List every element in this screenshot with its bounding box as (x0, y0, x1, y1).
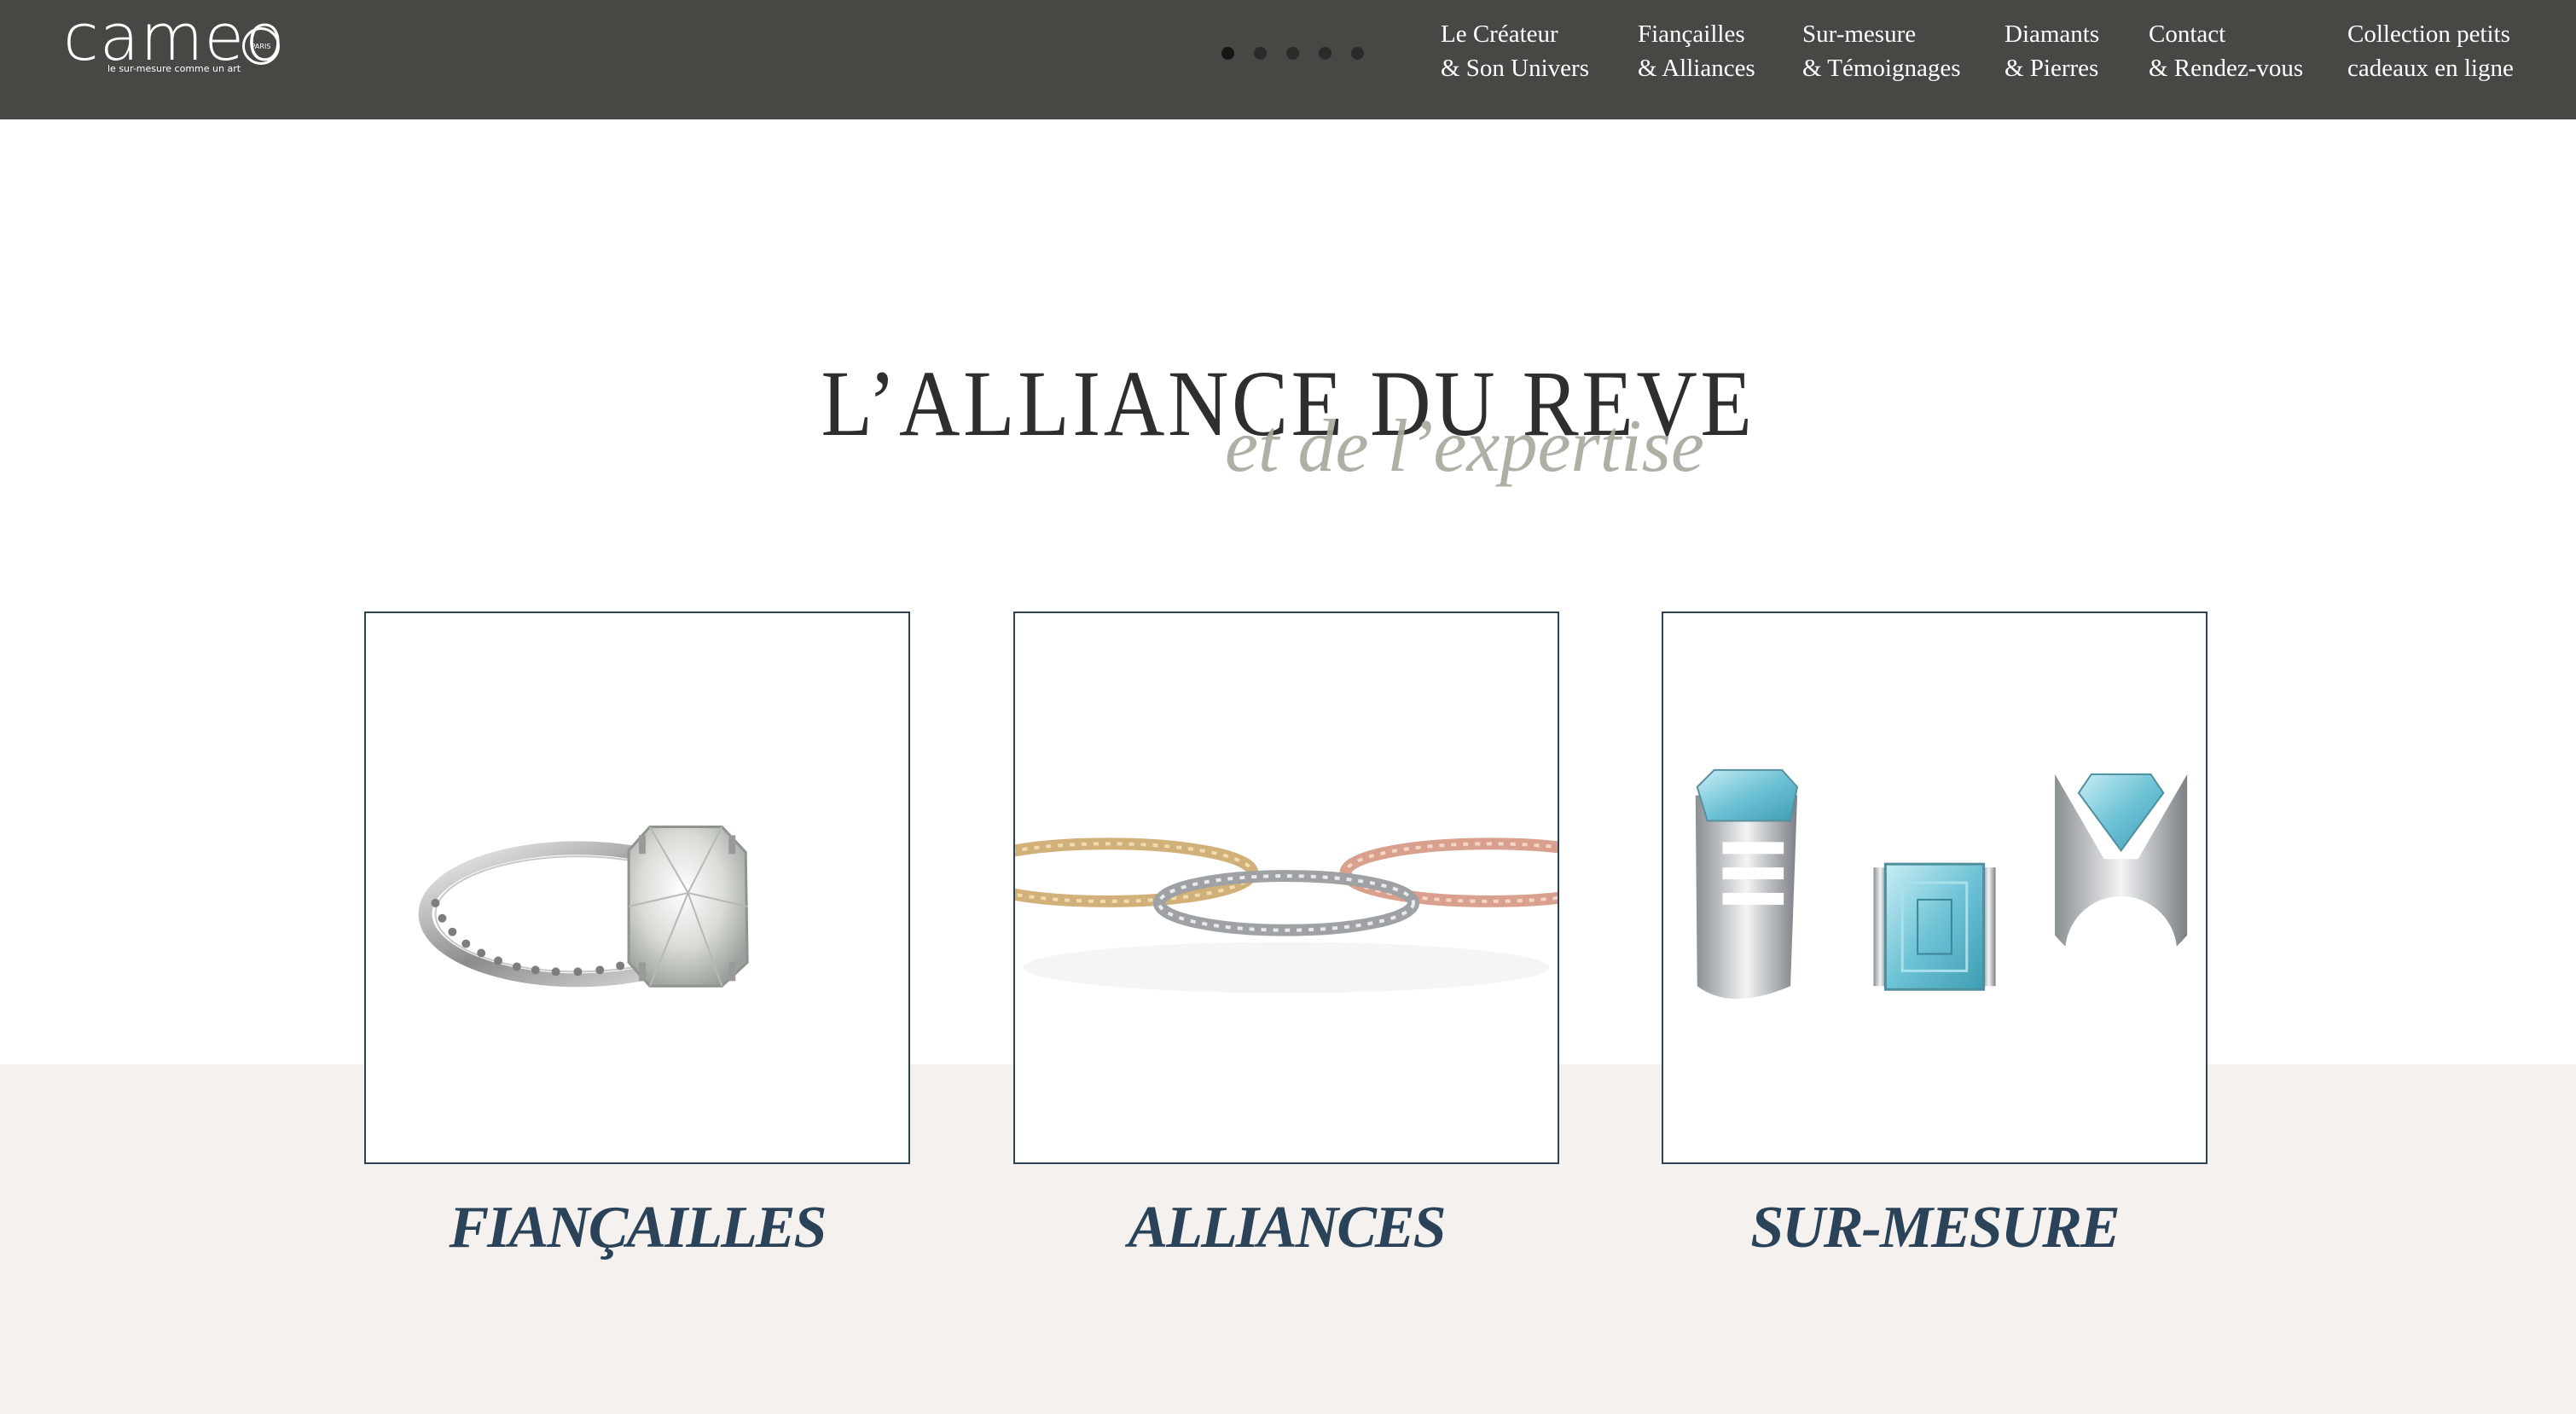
nav-item-line1: Diamants (2005, 20, 2100, 48)
site-header: cameo PARIS le sur-mesure comme un art L… (0, 0, 2576, 119)
card-sur-mesure[interactable] (1662, 611, 2208, 1164)
nav-item-line2: & Témoignages (1802, 55, 1961, 82)
nav-item-collection[interactable]: Collection petits cadeaux en ligne (2347, 17, 2514, 85)
nav-item-sur-mesure[interactable]: Sur-mesure & Témoignages (1802, 17, 1961, 85)
card-label-alliances[interactable]: ALLIANCES (1013, 1198, 1559, 1258)
main-nav: Le Créateur & Son Univers Fiançailles & … (0, 17, 2576, 102)
nav-item-line1: Contact (2149, 20, 2226, 48)
solitaire-ring-image (418, 825, 749, 988)
nav-item-line1: Fiançailles (1638, 20, 1745, 48)
card-alliances[interactable] (1013, 611, 1559, 1164)
nav-item-line1: Collection petits (2347, 20, 2510, 48)
nav-item-line1: Le Créateur (1441, 20, 1558, 48)
nav-item-fiancailles[interactable]: Fiançailles & Alliances (1638, 17, 1755, 85)
card-fiancailles[interactable] (364, 611, 910, 1164)
nav-item-diamants[interactable]: Diamants & Pierres (2005, 17, 2099, 85)
wedding-bands-image (1015, 837, 1558, 994)
nav-item-contact[interactable]: Contact & Rendez-vous (2149, 17, 2303, 85)
nav-item-line2: & Son Univers (1441, 55, 1589, 82)
aquamarine-rings-image (1695, 768, 2188, 1009)
hero-subtitle: et de l’expertise (1225, 405, 1704, 488)
nav-item-createur[interactable]: Le Créateur & Son Univers (1441, 17, 1589, 85)
nav-item-line2: & Rendez-vous (2149, 55, 2304, 82)
nav-item-line2: cadeaux en ligne (2347, 55, 2514, 82)
nav-item-line1: Sur-mesure (1802, 20, 1917, 48)
nav-item-line2: & Pierres (2005, 55, 2099, 82)
card-label-fiancailles[interactable]: FIANÇAILLES (364, 1198, 910, 1258)
nav-item-line2: & Alliances (1638, 55, 1755, 82)
card-label-sur-mesure[interactable]: SUR-MESURE (1662, 1198, 2208, 1258)
